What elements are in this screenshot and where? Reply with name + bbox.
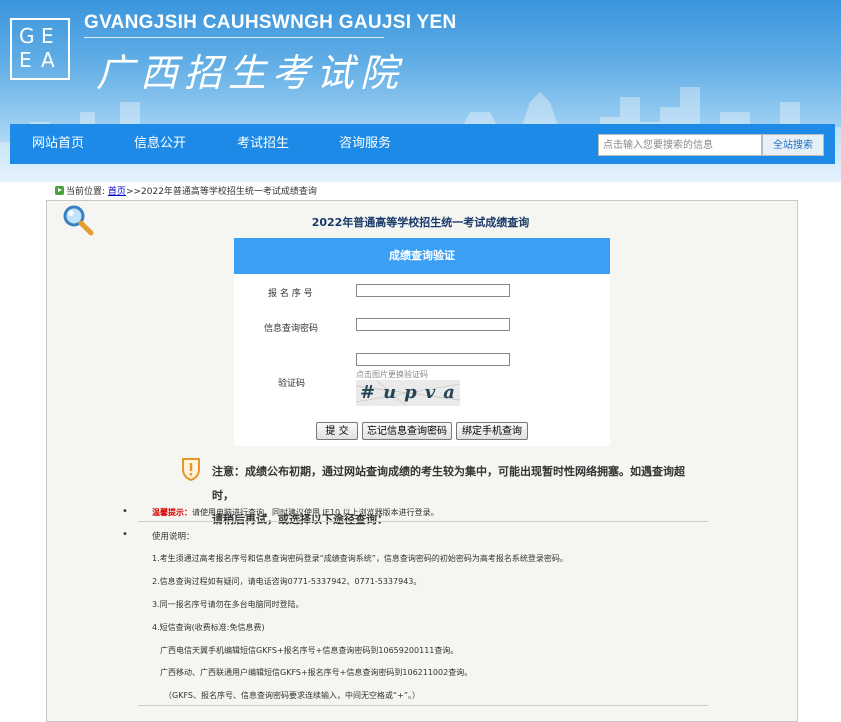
query-form: 成绩查询验证 报 名 序 号 信息查询密码 验证码 点击图片更换验证码 #upv…	[234, 238, 610, 446]
nav-item-consult[interactable]: 咨询服务	[339, 124, 391, 164]
usage-item: 广西移动、广西联通用户编辑短信GKFS+报名序号+信息查询密码到10621100…	[160, 668, 473, 677]
usage-item: （GKFS、报名序号、信息查询密码要求连续输入，中间无空格或“+”。）	[164, 691, 420, 700]
breadcrumb-home-link[interactable]: 首页	[108, 187, 126, 197]
usage-item: 2.信息查询过程如有疑问，请电话咨询0771-5337942、0771-5337…	[152, 577, 422, 586]
arrow-icon	[55, 186, 64, 195]
usage-item: 1.考生须通过高考报名序号和信息查询密码登录“成绩查询系统”，信息查询密码的初始…	[152, 554, 568, 563]
bullet: •	[122, 506, 128, 517]
form-header: 成绩查询验证	[234, 238, 610, 274]
divider	[84, 37, 384, 38]
nav-item-exam[interactable]: 考试招生	[237, 124, 289, 164]
nav-item-home[interactable]: 网站首页	[32, 124, 84, 164]
logo: G E E A	[10, 18, 70, 80]
search-input[interactable]: 点击输入您要搜索的信息	[598, 134, 762, 156]
usage-title: 使用说明：	[152, 532, 195, 542]
warning-shield-icon	[182, 458, 200, 481]
divider	[138, 521, 708, 522]
site-name-en: GVANGJSIH CAUHSWNGH GAUJSI YEN	[84, 12, 457, 33]
usage-item: 广西电信天翼手机编辑短信GKFS+报名序号+信息查询密码到10659200111…	[160, 646, 459, 655]
site-name-cn: 广西招生考试院	[96, 51, 405, 95]
bullet: •	[122, 529, 128, 540]
usage-item: 3.同一报名序号请勿在多台电脑同时登陆。	[152, 600, 304, 609]
exam-no-input[interactable]	[356, 284, 510, 297]
usage-item: 4.短信查询(收费标准:免信息费)	[152, 623, 265, 632]
captcha-hint: 点击图片更换验证码	[356, 370, 428, 379]
password-label: 信息查询密码	[264, 324, 319, 334]
divider	[138, 705, 708, 706]
password-input[interactable]	[356, 318, 510, 331]
captcha-label: 验证码	[278, 379, 306, 389]
exam-no-label: 报 名 序 号	[268, 289, 313, 299]
captcha-image[interactable]: #upva5	[356, 380, 460, 406]
page-title: 2022年普通高等学校招生统一考试成绩查询	[311, 216, 530, 229]
bind-phone-button[interactable]: 绑定手机查询	[456, 422, 528, 440]
forgot-password-button[interactable]: 忘记信息查询密码	[362, 422, 452, 440]
breadcrumb: 当前位置: 首页>>2022年普通高等学校招生统一考试成绩查询	[55, 184, 317, 197]
search-button[interactable]: 全站搜索	[762, 134, 824, 156]
nav-item-info[interactable]: 信息公开	[134, 124, 186, 164]
submit-button[interactable]: 提 交	[316, 422, 358, 440]
captcha-input[interactable]	[356, 353, 510, 366]
warm-tip: 温馨提示：请使用电脑进行查询，同时建议使用 IE10 以上浏览器版本进行登录。	[152, 508, 439, 517]
